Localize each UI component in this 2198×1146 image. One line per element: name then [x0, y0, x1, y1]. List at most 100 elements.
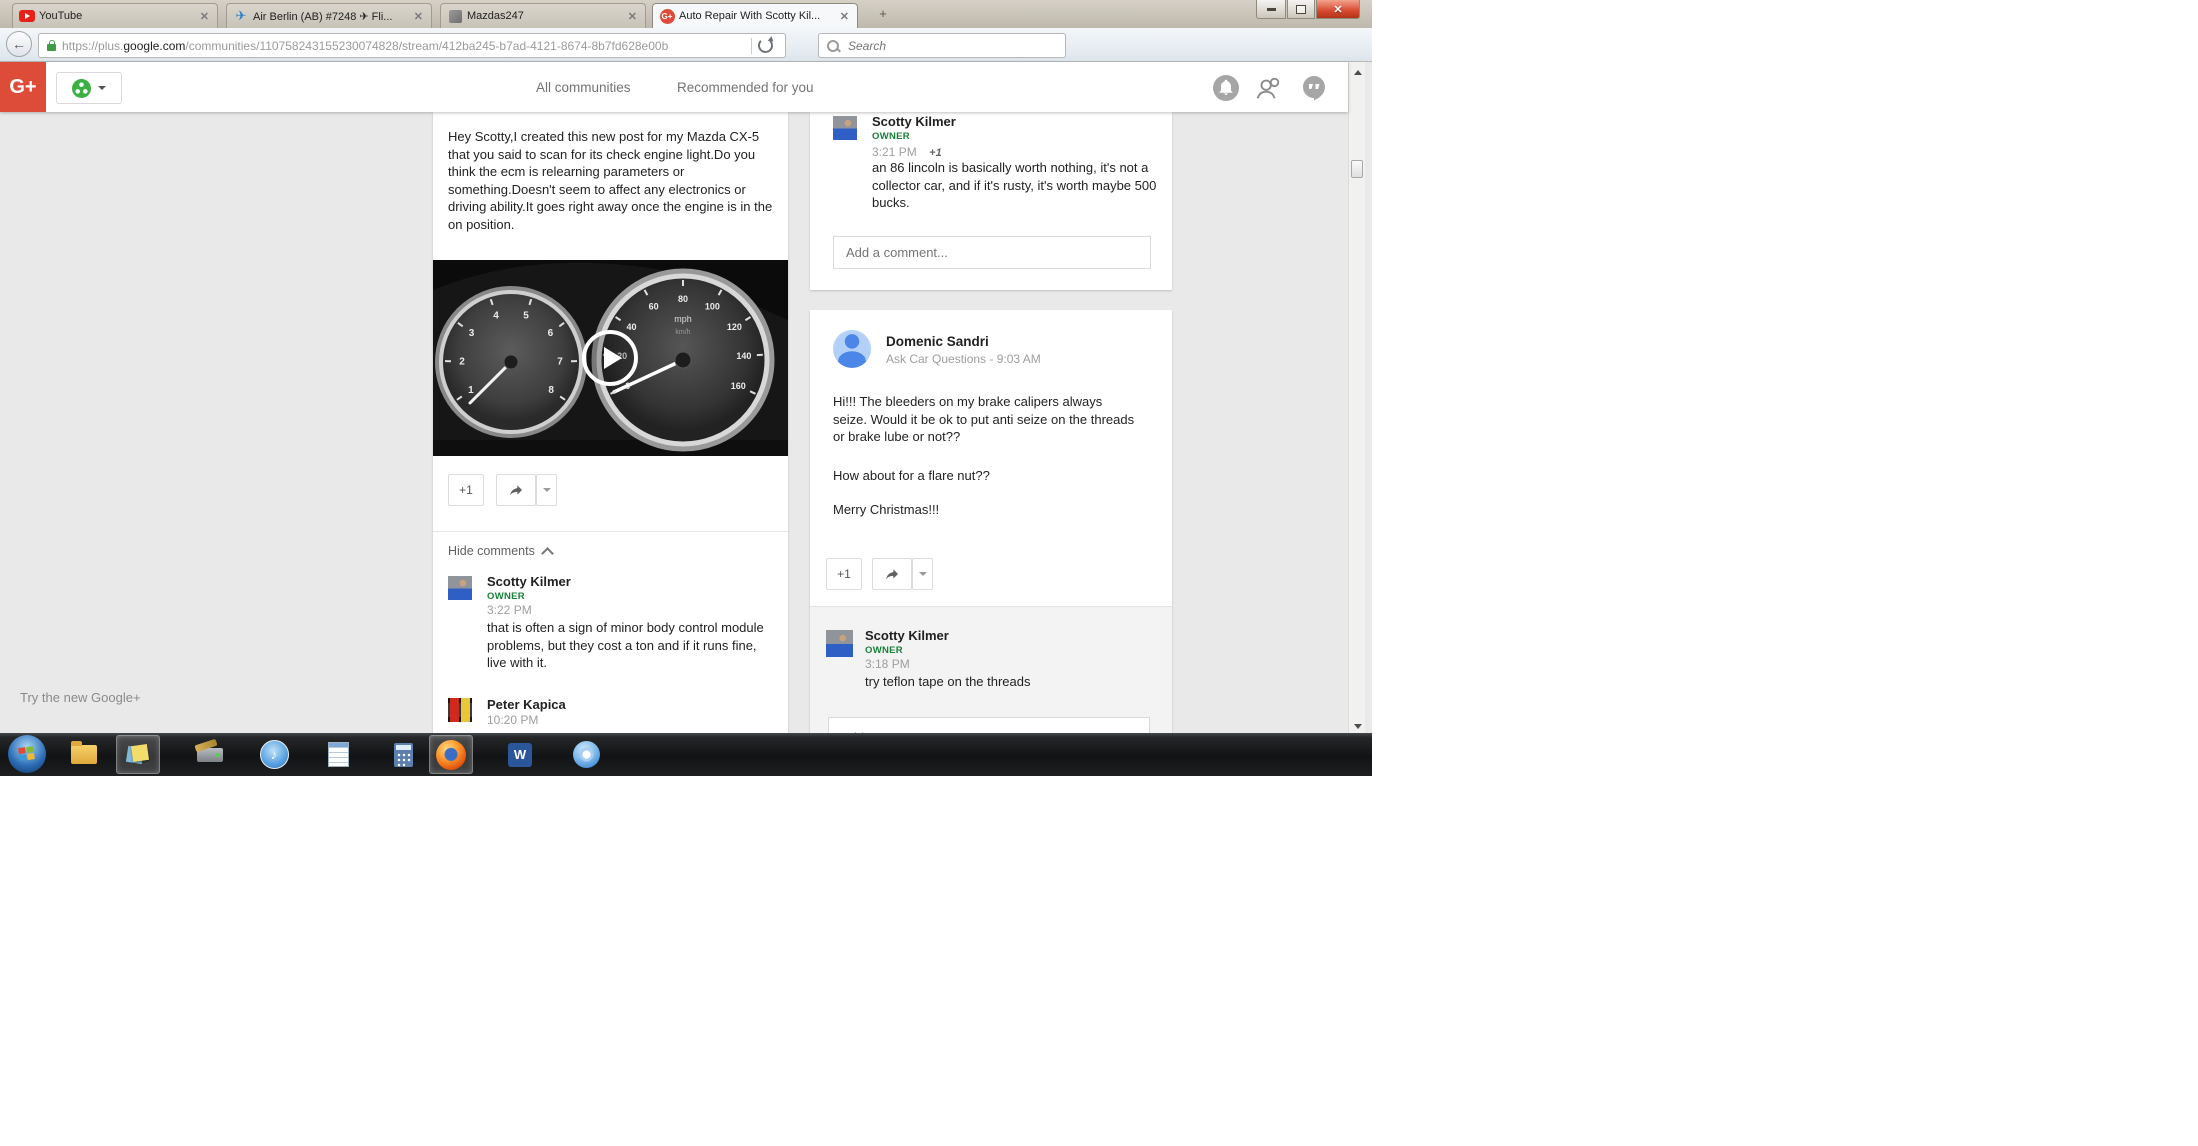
svg-text:5: 5: [523, 310, 529, 321]
back-button[interactable]: ←: [6, 31, 32, 57]
browser-toolbar: ← https://plus.google.com/communities/11…: [0, 28, 1372, 62]
hide-comments-toggle[interactable]: Hide comments: [448, 544, 552, 558]
comment-author[interactable]: Scotty Kilmer: [872, 114, 956, 129]
windows-logo-icon: [18, 746, 36, 762]
comment-time: 3:21 PM: [872, 145, 917, 159]
reload-button[interactable]: [751, 38, 779, 54]
url-bar[interactable]: https://plus.google.com/communities/1107…: [38, 33, 786, 58]
tab-close-icon[interactable]: ✕: [838, 10, 851, 23]
comment-text: try teflon tape on the threads: [865, 673, 1155, 691]
tab-close-icon[interactable]: ✕: [626, 10, 639, 23]
tab-title: Air Berlin (AB) #7248 ✈ Fli...: [253, 10, 408, 23]
svg-text:4: 4: [493, 310, 499, 321]
avatar-domenic-sandri[interactable]: [833, 330, 871, 368]
share-dropdown-button[interactable]: [536, 474, 557, 506]
folder-icon: [71, 745, 97, 764]
svg-text:km/h: km/h: [675, 329, 690, 336]
svg-text:3: 3: [469, 328, 475, 339]
calculator-icon: [394, 743, 413, 767]
post-meta[interactable]: Ask Car Questions - 9:03 AM: [886, 352, 1041, 366]
search-bar[interactable]: [818, 33, 1066, 58]
new-tab-button[interactable]: +: [872, 6, 894, 23]
comment-time: 3:22 PM: [487, 603, 532, 617]
post-paragraph: How about for a flare nut??: [833, 467, 1135, 485]
share-people-icon[interactable]: [1254, 74, 1282, 102]
start-button[interactable]: [8, 735, 46, 773]
share-button[interactable]: [872, 558, 912, 590]
share-arrow-icon: [508, 482, 524, 498]
post-body-text: Hey Scotty,I created this new post for m…: [448, 128, 773, 233]
hangouts-icon[interactable]: [1300, 74, 1328, 102]
tab-youtube[interactable]: YouTube ✕: [12, 3, 218, 28]
tab-close-icon[interactable]: ✕: [412, 10, 425, 23]
add-comment-input[interactable]: [844, 244, 1148, 261]
right-top-post-card: Scotty Kilmer OWNER 3:21 PM +1 an 86 lin…: [810, 112, 1172, 290]
plus-one-button[interactable]: +1: [448, 474, 484, 506]
browser-tab-strip: YouTube ✕ ✈ Air Berlin (AB) #7248 ✈ Fli.…: [0, 0, 1372, 28]
avatar-scotty-kilmer[interactable]: [448, 576, 472, 600]
search-icon: [827, 40, 839, 52]
googleplus-favicon: G+: [659, 8, 675, 24]
taskbar-item-notepad[interactable]: [316, 735, 360, 774]
share-button[interactable]: [496, 474, 536, 506]
tab-auto-repair-active[interactable]: G+ Auto Repair With Scotty Kil... ✕: [652, 3, 858, 28]
communities-menu-button[interactable]: [56, 72, 122, 104]
comment-author[interactable]: Scotty Kilmer: [487, 574, 571, 589]
taskbar-item-calculator[interactable]: [381, 735, 425, 774]
owner-badge: OWNER: [872, 131, 910, 142]
svg-text:1: 1: [468, 385, 474, 396]
taskbar-item-firefox[interactable]: [429, 735, 473, 774]
scroll-up-arrow[interactable]: [1354, 70, 1362, 75]
try-new-googleplus-link[interactable]: Try the new Google+: [20, 690, 141, 705]
avatar-scotty-kilmer[interactable]: [826, 630, 853, 657]
scrollbar-thumb[interactable]: [1351, 160, 1363, 178]
svg-text:7: 7: [557, 356, 563, 367]
avatar-scotty-kilmer[interactable]: [833, 116, 857, 140]
svg-text:6: 6: [548, 328, 554, 339]
chevron-down-icon: [98, 86, 106, 90]
left-post-card: Hey Scotty,I created this new post for m…: [433, 112, 788, 776]
itunes-icon: ♪: [260, 740, 289, 769]
divider: [433, 531, 788, 532]
svg-text:80: 80: [678, 294, 688, 304]
scroll-down-arrow[interactable]: [1354, 724, 1362, 729]
taskbar-item-word[interactable]: W: [498, 735, 542, 774]
taskbar-item-chromium[interactable]: [564, 735, 608, 774]
tab-mazdas247[interactable]: Mazdas247 ✕: [440, 3, 646, 28]
svg-text:60: 60: [649, 302, 659, 312]
comment-author[interactable]: Peter Kapica: [487, 697, 566, 712]
minimize-button[interactable]: [1256, 0, 1286, 19]
taskbar-item-sticky-notes[interactable]: [116, 735, 160, 774]
tab-all-communities[interactable]: All communities: [536, 80, 631, 95]
comment-time: 3:18 PM: [865, 657, 910, 671]
notepad-icon: [328, 742, 349, 767]
owner-badge: OWNER: [865, 645, 903, 656]
svg-text:40: 40: [627, 322, 637, 332]
tab-airberlin[interactable]: ✈ Air Berlin (AB) #7248 ✈ Fli... ✕: [226, 3, 432, 28]
tab-recommended-for-you[interactable]: Recommended for you: [677, 80, 814, 95]
close-window-button[interactable]: ✕: [1316, 0, 1360, 19]
play-button-icon[interactable]: [582, 330, 638, 386]
taskbar-item-itunes[interactable]: ♪: [252, 735, 296, 774]
plus-one-button[interactable]: +1: [826, 558, 862, 590]
taskbar: ♪ W 10:48 PM 12/24/2015: [0, 733, 1372, 776]
url-text: https://plus.google.com/communities/1107…: [62, 39, 747, 53]
avatar-peter-kapica[interactable]: [448, 698, 472, 722]
gplus-logo[interactable]: G+: [0, 62, 46, 112]
add-comment-box[interactable]: [833, 236, 1151, 269]
notifications-bell-icon[interactable]: [1212, 74, 1240, 102]
comment-author[interactable]: Scotty Kilmer: [865, 628, 949, 643]
drive-tool-icon: [197, 748, 223, 762]
svg-text:120: 120: [727, 322, 742, 332]
tab-close-icon[interactable]: ✕: [198, 10, 211, 23]
taskbar-item-archiver[interactable]: [188, 735, 232, 774]
youtube-favicon: [19, 8, 35, 24]
post-author[interactable]: Domenic Sandri: [886, 334, 989, 349]
plus-one-count[interactable]: +1: [929, 147, 942, 159]
search-input[interactable]: [846, 38, 1030, 54]
vertical-scrollbar[interactable]: [1348, 62, 1365, 745]
tab-title: Mazdas247: [467, 10, 622, 22]
share-dropdown-button[interactable]: [912, 558, 933, 590]
taskbar-item-explorer[interactable]: [62, 735, 106, 774]
restore-button[interactable]: [1287, 0, 1315, 19]
